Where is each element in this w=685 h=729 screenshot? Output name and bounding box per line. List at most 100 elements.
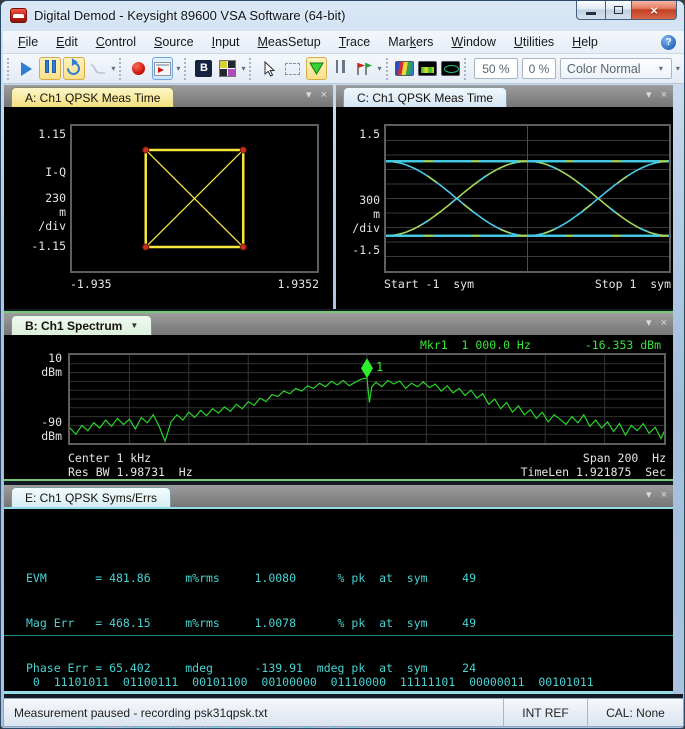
window-title: Digital Demod - Keysight 89600 VSA Softw… bbox=[34, 8, 345, 23]
c-y-max-label: 1.5 bbox=[338, 127, 380, 141]
panel-b-close-icon[interactable]: × bbox=[661, 316, 667, 330]
single-sweep-button[interactable] bbox=[87, 57, 109, 80]
a-y-min-label: -1.15 bbox=[10, 239, 66, 253]
menu-item-file[interactable]: File bbox=[9, 32, 47, 52]
menu-item-help[interactable]: Help bbox=[563, 32, 607, 52]
recorder-icon bbox=[154, 62, 171, 76]
toolbar-grip[interactable] bbox=[249, 58, 254, 80]
spectrogram-display-button[interactable] bbox=[395, 61, 414, 76]
panel-c-dropdown-icon[interactable]: ▾ bbox=[646, 88, 652, 102]
toolbar-grip[interactable] bbox=[7, 58, 12, 80]
toolbar-grip[interactable] bbox=[184, 58, 189, 80]
marker-peak-button[interactable] bbox=[306, 57, 328, 80]
eye-display-button[interactable] bbox=[441, 61, 460, 76]
tab-a[interactable]: A: Ch1 QPSK Meas Time bbox=[11, 87, 174, 107]
panel-e-body: EVM = 481.86 m%rms 1.0080 % pk at sym 49… bbox=[4, 507, 673, 694]
reference-status[interactable]: INT REF bbox=[503, 699, 587, 726]
recorder-playback-button[interactable] bbox=[152, 57, 174, 80]
tab-b[interactable]: B: Ch1 Spectrum ▼ bbox=[11, 315, 152, 335]
maximize-icon bbox=[614, 6, 623, 14]
record-icon bbox=[132, 62, 145, 75]
play-button[interactable] bbox=[16, 57, 38, 80]
marker-1-diamond[interactable] bbox=[361, 358, 373, 378]
menu-item-edit[interactable]: Edit bbox=[47, 32, 87, 52]
a-scale-value-label: 230 bbox=[10, 191, 66, 205]
a-scale-unit-label: m bbox=[10, 205, 66, 219]
c-y-min-label: -1.5 bbox=[338, 243, 380, 257]
record-button[interactable] bbox=[128, 57, 150, 80]
density-display-button[interactable] bbox=[418, 61, 437, 76]
panel-b-body: Mkr1 1 000.0 Hz -16.353 dBm 10 dBm -90 d… bbox=[4, 335, 673, 479]
toolbar-grip[interactable] bbox=[464, 58, 469, 80]
toolbar-overflow-icon[interactable]: ▾ bbox=[676, 64, 680, 73]
marker-flags-button[interactable] bbox=[353, 57, 375, 80]
panel-c-tabbar: C: Ch1 QPSK Meas Time ▾ × bbox=[336, 85, 673, 107]
spectrum-plot[interactable]: 1 bbox=[70, 355, 664, 443]
b-y-min-label: -90 bbox=[12, 415, 62, 429]
tab-b-dropdown-icon[interactable]: ▼ bbox=[130, 321, 138, 330]
c-x-axis-row: Start -1 sym Stop 1 sym bbox=[384, 277, 671, 291]
panel-a: A: Ch1 QPSK Meas Time ▾ × 1.15 I-Q 230 m… bbox=[4, 85, 333, 309]
a-trace-format-label: I-Q bbox=[10, 165, 66, 179]
constellation-plot-frame bbox=[70, 124, 319, 273]
panel-a-close-icon[interactable]: × bbox=[321, 88, 327, 102]
trace-layout-button[interactable] bbox=[217, 57, 239, 80]
menu-item-meassetup[interactable]: MeasSetup bbox=[248, 32, 329, 52]
panel-e-close-icon[interactable]: × bbox=[661, 488, 667, 502]
layout-dropdown-icon[interactable]: ▾ bbox=[241, 64, 245, 73]
calibration-status[interactable]: CAL: None bbox=[587, 699, 683, 726]
minimize-button[interactable] bbox=[576, 1, 605, 20]
a-y-max-label: 1.15 bbox=[10, 127, 66, 141]
pause-button[interactable] bbox=[39, 57, 61, 80]
offset-marker-button[interactable] bbox=[329, 57, 351, 80]
help-icon[interactable]: ? bbox=[661, 35, 676, 50]
menu-item-trace[interactable]: Trace bbox=[330, 32, 380, 52]
menu-item-utilities[interactable]: Utilities bbox=[505, 32, 563, 52]
restart-button[interactable] bbox=[63, 57, 85, 80]
menu-item-markers[interactable]: Markers bbox=[379, 32, 442, 52]
color-mode-select[interactable]: Color Normal ▾ bbox=[560, 58, 672, 79]
transparency-input[interactable] bbox=[474, 58, 518, 79]
c-scale-value-label: 300 bbox=[338, 193, 380, 207]
panel-b-tabbar: B: Ch1 Spectrum ▼ ▾ × bbox=[4, 313, 673, 335]
statusbar: Measurement paused - recording psk31qpsk… bbox=[3, 698, 684, 727]
record-dropdown-icon[interactable]: ▾ bbox=[176, 64, 180, 73]
zoom-select-button[interactable] bbox=[282, 57, 304, 80]
symbol-row-0: 0 11101011 01100111 00101100 00100000 01… bbox=[26, 675, 594, 690]
toolbar-grip[interactable] bbox=[119, 58, 124, 80]
menu-item-input[interactable]: Input bbox=[203, 32, 249, 52]
panel-c-close-icon[interactable]: × bbox=[661, 88, 667, 102]
maximize-button[interactable] bbox=[605, 1, 632, 20]
menu-item-control[interactable]: Control bbox=[87, 32, 145, 52]
select-tool-button[interactable] bbox=[258, 57, 280, 80]
panel-a-dropdown-icon[interactable]: ▾ bbox=[306, 88, 312, 102]
tab-c[interactable]: C: Ch1 QPSK Meas Time bbox=[343, 87, 507, 107]
app-window: Digital Demod - Keysight 89600 VSA Softw… bbox=[0, 0, 685, 729]
constellation-plot[interactable] bbox=[72, 126, 317, 271]
trace-layout-icon bbox=[219, 60, 236, 77]
titlebar[interactable]: Digital Demod - Keysight 89600 VSA Softw… bbox=[1, 1, 685, 31]
panel-e: E: Ch1 QPSK Syms/Errs ▾ × EVM = 481.86 m… bbox=[4, 485, 673, 694]
panel-e-dropdown-icon[interactable]: ▾ bbox=[646, 488, 652, 502]
a-x-max-label: 1.9352 bbox=[277, 277, 319, 291]
marker-1-label: 1 bbox=[376, 360, 383, 374]
run-dropdown-icon[interactable]: ▾ bbox=[111, 64, 115, 73]
menu-item-window[interactable]: Window bbox=[442, 32, 504, 52]
constellation-state-point bbox=[240, 244, 246, 250]
menubar: File Edit Control Source Input MeasSetup… bbox=[3, 31, 684, 54]
toolbar-grip[interactable] bbox=[386, 58, 391, 80]
constellation-state-point bbox=[143, 244, 149, 250]
mag-err-row: Mag Err = 468.15 m%rms 1.0078 % pk at sy… bbox=[26, 616, 476, 631]
menu-item-source[interactable]: Source bbox=[145, 32, 203, 52]
eye-plot[interactable] bbox=[386, 126, 669, 271]
close-icon: × bbox=[650, 3, 658, 18]
b-y-min-unit-label: dBm bbox=[12, 429, 62, 443]
tab-e[interactable]: E: Ch1 QPSK Syms/Errs bbox=[11, 487, 171, 507]
floor-input[interactable] bbox=[522, 58, 556, 79]
panel-b-dropdown-icon[interactable]: ▾ bbox=[646, 316, 652, 330]
constellation-state-point bbox=[240, 147, 246, 153]
b-data-button[interactable]: B bbox=[193, 57, 215, 80]
marker-readout: Mkr1 1 000.0 Hz bbox=[420, 338, 531, 352]
close-button[interactable]: × bbox=[632, 1, 677, 20]
marker-dropdown-icon[interactable]: ▾ bbox=[378, 64, 382, 73]
